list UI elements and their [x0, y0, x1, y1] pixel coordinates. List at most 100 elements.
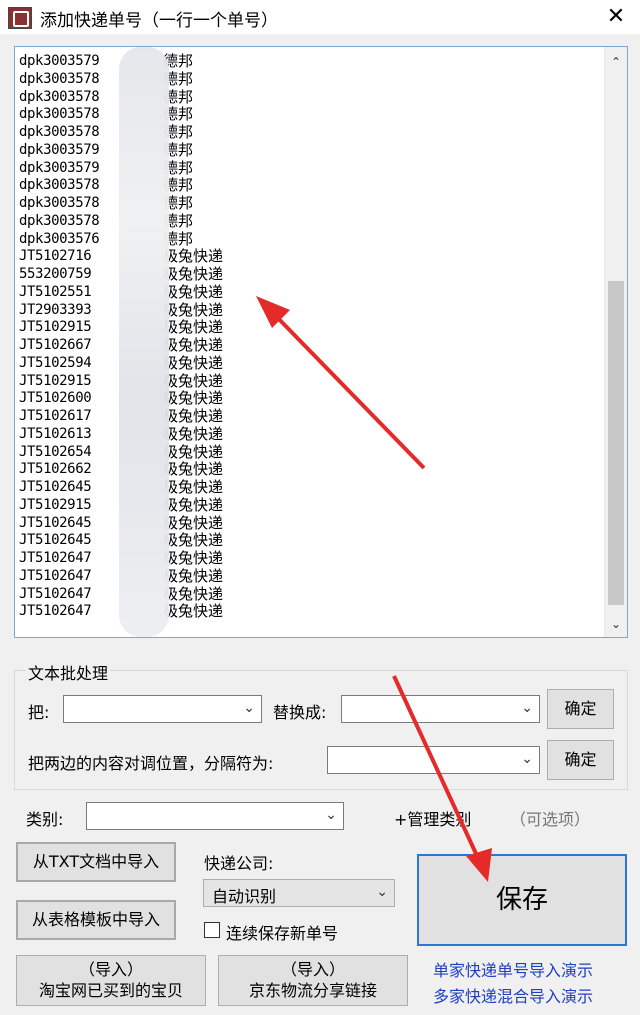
carrier-name: 极兔快递 — [163, 282, 224, 301]
separator-combo[interactable]: ⌄ — [327, 746, 540, 774]
tracking-code: JT5102915 — [19, 496, 92, 513]
carrier-name: 极兔快递 — [163, 353, 224, 372]
list-item: dpk3003578 德邦 — [19, 105, 599, 124]
tracking-code: JT5102647 — [19, 603, 92, 620]
multi-demo-link[interactable]: 多家快递混合导入演示 — [433, 983, 593, 1007]
import-jd-line2: 京东物流分享链接 — [248, 981, 377, 1000]
list-item: dpk3003579 德邦 — [19, 52, 599, 71]
tracking-code: dpk3003578 — [19, 177, 100, 194]
single-demo-link[interactable]: 单家快递单号导入演示 — [433, 957, 593, 981]
tracking-code: JT5102594 — [19, 354, 92, 371]
list-item: JT5102647 极兔快递 — [19, 549, 599, 568]
vertical-scrollbar[interactable]: ⌃ ⌄ — [604, 47, 627, 637]
courier-select[interactable]: 自动识别 ⌄ — [203, 879, 395, 907]
tracking-code: JT5102647 — [19, 550, 92, 566]
import-taobao-line2: 淘宝网已买到的宝贝 — [38, 981, 183, 1000]
replace-from-combo[interactable]: ⌄ — [63, 695, 262, 723]
list-item: dpk3003578 德邦 — [19, 194, 599, 213]
confirm-swap-button[interactable]: 确定 — [547, 740, 614, 780]
tracking-code: dpk3003578 — [19, 70, 100, 87]
import-taobao-line1: （导入） — [78, 960, 143, 979]
title-bar: 添加快递单号（一行一个单号） ✕ — [0, 0, 640, 34]
tracking-code: JT5102716 — [19, 248, 92, 265]
carrier-name: 极兔快递 — [163, 424, 224, 443]
carrier-name: 极兔快递 — [163, 460, 224, 479]
carrier-name: 极兔快递 — [163, 566, 224, 585]
list-item: JT5102662 极兔快递 — [19, 460, 599, 479]
tracking-code: dpk3003579 — [19, 159, 100, 176]
tracking-code: JT5102645 — [19, 514, 92, 531]
list-item: JT5102667 极兔快递 — [19, 336, 599, 355]
list-item: JT5102647 极兔快递 — [19, 584, 599, 604]
scroll-down-icon[interactable]: ⌄ — [609, 617, 623, 631]
add-tracking-dialog: 添加快递单号（一行一个单号） ✕ dpk3003579 德邦 dpk3003578 德… — [0, 0, 640, 1015]
privacy-blur-mask — [119, 47, 169, 637]
list-item: JT5102654 极兔快递 — [19, 443, 599, 462]
replace-from-label: 把: — [28, 703, 50, 722]
list-item: dpk3003578 德邦 — [19, 176, 599, 195]
category-combo[interactable]: ⌄ — [86, 802, 344, 830]
list-item: dpk3003578 德邦 — [19, 212, 599, 231]
save-button[interactable]: 保存 — [417, 854, 627, 946]
list-item: dpk3003578 德邦 — [19, 88, 599, 107]
batch-group-title: 文本批处理 — [26, 660, 111, 684]
tracking-code: JT5102654 — [19, 443, 92, 460]
import-taobao-button[interactable]: （导入） 淘宝网已买到的宝贝 — [16, 955, 206, 1006]
carrier-name: 极兔快递 — [163, 584, 224, 603]
tracking-code: JT5102915 — [19, 372, 92, 389]
tracking-code: JT5102617 — [19, 408, 92, 424]
carrier-name: 极兔快递 — [163, 247, 224, 266]
app-logo-icon — [8, 7, 32, 29]
tracking-code: JT5102645 — [19, 479, 92, 495]
carrier-name: 极兔快递 — [163, 478, 224, 496]
tracking-number-textarea[interactable]: dpk3003579 德邦 dpk3003578 德邦 dpk3003578 德邦 dpk3… — [14, 46, 628, 638]
scroll-up-icon[interactable]: ⌃ — [609, 55, 623, 69]
list-item: JT5102594 极兔快递 — [19, 353, 599, 373]
tracking-code: dpk3003579 — [19, 53, 100, 69]
list-item: JT5102645 极兔快递 — [19, 531, 599, 550]
tracking-code: dpk3003578 — [19, 124, 100, 140]
confirm-replace-button[interactable]: 确定 — [547, 689, 614, 729]
list-item: JT5102915 极兔快递 — [19, 318, 599, 337]
tracking-code: dpk3003578 — [19, 212, 100, 229]
import-jd-line1: （导入） — [280, 960, 345, 979]
carrier-name: 极兔快递 — [163, 318, 224, 337]
tracking-code: dpk3003579 — [19, 141, 100, 158]
tracking-code: JT5102647 — [19, 567, 92, 584]
list-item: JT5102915 极兔快递 — [19, 372, 599, 391]
tracking-code: dpk3003576 — [19, 230, 100, 247]
list-item: JT5102915 极兔快递 — [19, 496, 599, 515]
tracking-code: dpk3003578 — [19, 195, 100, 211]
close-icon[interactable]: ✕ — [600, 2, 632, 32]
list-item: JT5102645 极兔快递 — [19, 478, 599, 497]
category-label: 类别: — [26, 810, 64, 829]
list-item: 553200759 极兔快递 — [19, 265, 599, 284]
courier-label: 快递公司: — [204, 854, 274, 873]
carrier-name: 极兔快递 — [163, 336, 224, 354]
replace-to-combo[interactable]: ⌄ — [341, 695, 540, 723]
swap-label: 把两边的内容对调位置，分隔符为: — [28, 754, 274, 773]
tracking-code: JT2903393 — [19, 301, 92, 318]
chevron-down-icon: ⌄ — [325, 807, 337, 823]
list-item: JT5102613 极兔快递 — [19, 424, 599, 444]
list-item: JT5102647 极兔快递 — [19, 566, 599, 586]
list-item: JT2903393 极兔快递 — [19, 300, 599, 320]
scroll-thumb[interactable] — [608, 281, 624, 605]
import-txt-button[interactable]: 从TXT文档中导入 — [16, 842, 176, 882]
carrier-name: 极兔快递 — [163, 407, 224, 425]
list-item: JT5102600 极兔快递 — [19, 389, 599, 408]
carrier-name: 极兔快递 — [163, 300, 224, 319]
chevron-down-icon: ⌄ — [243, 700, 255, 716]
import-jd-button[interactable]: （导入） 京东物流分享链接 — [218, 955, 408, 1006]
continuous-save-checkbox[interactable] — [204, 922, 220, 938]
import-template-button[interactable]: 从表格模板中导入 — [16, 900, 176, 940]
tracking-code: dpk3003578 — [19, 88, 100, 105]
replace-to-label: 替换成: — [273, 703, 327, 722]
list-item: JT5102647 极兔快递 — [19, 602, 599, 621]
carrier-name: 极兔快递 — [163, 531, 224, 550]
list-item: JT5102617 极兔快递 — [19, 407, 599, 426]
manage-category-link[interactable]: +管理类别 — [394, 806, 471, 830]
list-item: JT5102645 极兔快递 — [19, 514, 599, 533]
tracking-code: JT5102662 — [19, 461, 92, 478]
list-item: dpk3003578 德邦 — [19, 123, 599, 142]
